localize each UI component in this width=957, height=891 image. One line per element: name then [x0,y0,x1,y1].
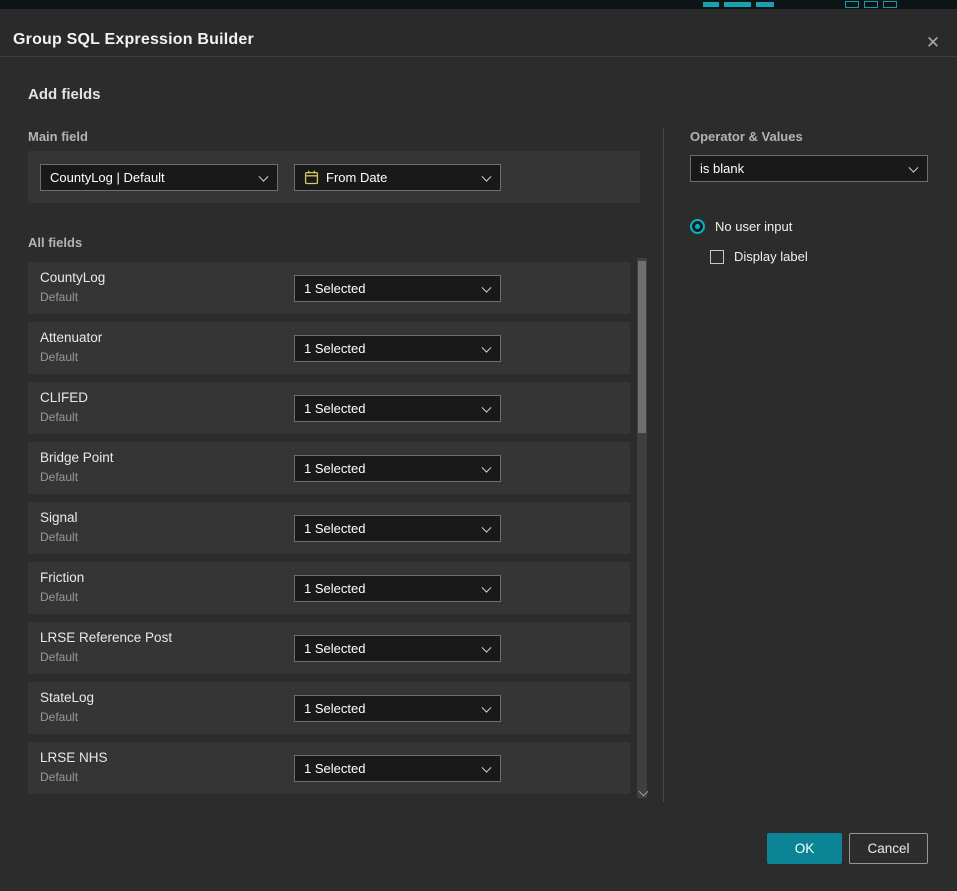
field-name: Friction [40,570,84,585]
dropdown-value: 1 Selected [304,581,365,596]
field-row: Bridge Point Default 1 Selected [28,442,630,494]
chevron-down-icon [259,171,269,181]
background-artifact [756,2,774,7]
close-icon[interactable]: ✕ [920,32,946,54]
field-values-dropdown[interactable]: 1 Selected [294,515,501,542]
field-values-dropdown[interactable]: 1 Selected [294,575,501,602]
chevron-down-icon [909,162,919,172]
dropdown-value: 1 Selected [304,521,365,536]
screen: Group SQL Expression Builder ✕ Add field… [0,0,957,891]
main-field-source-dropdown[interactable]: CountyLog | Default [40,164,278,191]
field-values-dropdown[interactable]: 1 Selected [294,695,501,722]
radio-label: No user input [715,219,792,234]
add-fields-heading: Add fields [28,86,101,103]
field-values-dropdown[interactable]: 1 Selected [294,275,501,302]
field-sublabel: Default [40,770,78,784]
dropdown-value: 1 Selected [304,461,365,476]
field-sublabel: Default [40,350,78,364]
chevron-down-icon [482,462,492,472]
background-artifact [864,1,878,8]
vertical-divider [663,128,664,802]
field-values-dropdown[interactable]: 1 Selected [294,335,501,362]
dropdown-value: 1 Selected [304,401,365,416]
field-row: LRSE NHS Default 1 Selected [28,742,630,794]
chevron-down-icon [482,582,492,592]
field-row: LRSE Reference Post Default 1 Selected [28,622,630,674]
field-values-dropdown[interactable]: 1 Selected [294,635,501,662]
background-app-strip [0,0,957,9]
display-label-checkbox[interactable]: Display label [710,249,808,264]
field-name: CountyLog [40,270,105,285]
dropdown-value: From Date [326,170,387,185]
main-field-label: Main field [28,129,88,144]
field-sublabel: Default [40,290,78,304]
dropdown-value: 1 Selected [304,641,365,656]
ok-button[interactable]: OK [767,833,842,864]
dialog-title: Group SQL Expression Builder [13,31,254,49]
dropdown-value: 1 Selected [304,341,365,356]
field-values-dropdown[interactable]: 1 Selected [294,755,501,782]
field-sublabel: Default [40,410,78,424]
field-sublabel: Default [40,470,78,484]
main-field-field-dropdown[interactable]: From Date [294,164,501,191]
radio-selected-icon [690,219,705,234]
dropdown-value: 1 Selected [304,761,365,776]
no-user-input-radio[interactable]: No user input [690,219,792,234]
chevron-down-icon [482,282,492,292]
calendar-icon [304,170,319,185]
field-name: CLIFED [40,390,88,405]
field-row: CountyLog Default 1 Selected [28,262,630,314]
background-artifact [845,1,859,8]
chevron-down-icon [482,522,492,532]
chevron-down-icon [482,171,492,181]
operator-dropdown[interactable]: is blank [690,155,928,182]
chevron-down-icon [482,642,492,652]
main-field-panel: CountyLog | Default From Date [28,151,640,203]
dropdown-value: is blank [700,161,744,176]
field-values-dropdown[interactable]: 1 Selected [294,395,501,422]
chevron-down-icon [482,402,492,412]
operator-values-heading: Operator & Values [690,129,803,144]
field-name: Attenuator [40,330,102,345]
field-sublabel: Default [40,650,78,664]
chevron-down-icon [482,342,492,352]
scrollbar-track[interactable] [637,258,647,798]
background-artifact [703,2,719,7]
field-name: Signal [40,510,78,525]
field-row: Signal Default 1 Selected [28,502,630,554]
field-row: CLIFED Default 1 Selected [28,382,630,434]
field-row: Attenuator Default 1 Selected [28,322,630,374]
field-row: StateLog Default 1 Selected [28,682,630,734]
checkbox-label: Display label [734,249,808,264]
field-row: Friction Default 1 Selected [28,562,630,614]
field-sublabel: Default [40,590,78,604]
field-values-dropdown[interactable]: 1 Selected [294,455,501,482]
field-name: StateLog [40,690,94,705]
all-fields-label: All fields [28,235,82,250]
background-artifact [883,1,897,8]
dialog-header: Group SQL Expression Builder ✕ [0,9,957,57]
background-artifact [724,2,751,7]
chevron-down-icon [482,762,492,772]
field-sublabel: Default [40,710,78,724]
cancel-button[interactable]: Cancel [849,833,928,864]
dropdown-value: CountyLog | Default [50,170,165,185]
chevron-down-icon [482,702,492,712]
field-name: LRSE NHS [40,750,108,765]
field-name: LRSE Reference Post [40,630,172,645]
scrollbar-thumb[interactable] [638,261,646,433]
dropdown-value: 1 Selected [304,701,365,716]
dropdown-value: 1 Selected [304,281,365,296]
field-sublabel: Default [40,530,78,544]
field-name: Bridge Point [40,450,114,465]
checkbox-unchecked-icon [710,250,724,264]
